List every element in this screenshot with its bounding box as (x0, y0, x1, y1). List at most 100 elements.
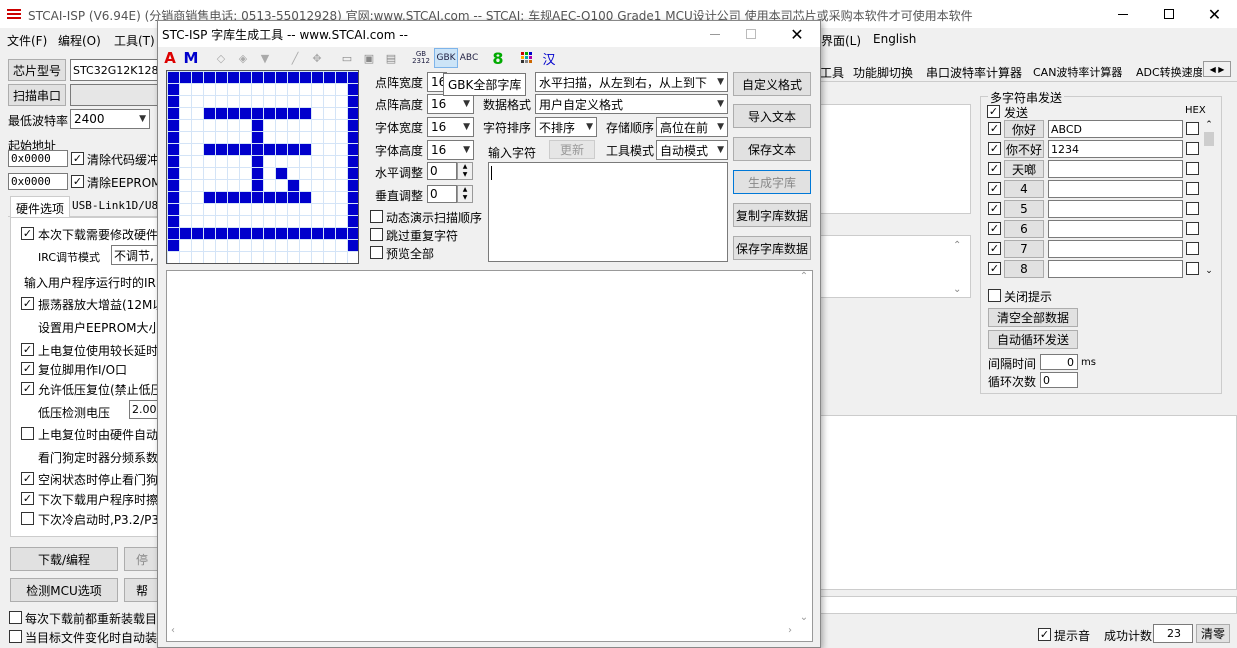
opt2-checkbox[interactable]: ✓ (21, 297, 34, 310)
bitmap-pixel[interactable] (312, 132, 323, 143)
bitmap-pixel[interactable] (264, 144, 275, 155)
send-row-button[interactable]: 你好 (1004, 120, 1044, 138)
bitmap-pixel[interactable] (336, 72, 347, 83)
bitmap-pixel[interactable] (300, 120, 311, 131)
bitmap-pixel[interactable] (192, 144, 203, 155)
bitmap-pixel[interactable] (336, 168, 347, 179)
bitmap-pixel[interactable] (336, 120, 347, 131)
bitmap-pixel[interactable] (288, 252, 299, 263)
bitmap-pixel[interactable] (216, 84, 227, 95)
bitmap-pixel[interactable] (324, 192, 335, 203)
bitmap-pixel[interactable] (240, 252, 251, 263)
loop-input[interactable]: 0 (1040, 372, 1078, 388)
bitmap-pixel[interactable] (240, 180, 251, 191)
bitmap-pixel[interactable] (264, 228, 275, 239)
bitmap-pixel[interactable] (192, 72, 203, 83)
font-m-icon[interactable]: M (182, 49, 200, 67)
bitmap-pixel[interactable] (276, 228, 287, 239)
bitmap-pixel[interactable] (276, 180, 287, 191)
send-row-checkbox[interactable]: ✓ (988, 202, 1001, 215)
bitmap-pixel[interactable] (324, 156, 335, 167)
bitmap-pixel[interactable] (276, 144, 287, 155)
opt6-checkbox[interactable] (21, 427, 34, 440)
bitmap-pixel[interactable] (204, 252, 215, 263)
bitmap-pixel[interactable] (168, 204, 179, 215)
bitmap-pixel[interactable] (288, 168, 299, 179)
bitmap-pixel[interactable] (264, 240, 275, 251)
bitmap-pixel[interactable] (288, 180, 299, 191)
bitmap-pixel[interactable] (276, 204, 287, 215)
bitmap-pixel[interactable] (276, 252, 287, 263)
bitmap-pixel[interactable] (324, 252, 335, 263)
opt8-checkbox[interactable]: ✓ (21, 492, 34, 505)
opt3-checkbox[interactable]: ✓ (21, 343, 34, 356)
bitmap-pixel[interactable] (180, 156, 191, 167)
custom-format-button[interactable]: 自定义格式 (733, 72, 811, 96)
bitmap-pixel[interactable] (336, 192, 347, 203)
v-adjust-input[interactable]: 0 (427, 185, 457, 203)
bitmap-pixel[interactable] (192, 168, 203, 179)
send-row-button[interactable]: 6 (1004, 220, 1044, 238)
addr2-input[interactable]: 0x0000 (8, 173, 68, 190)
port-select[interactable] (70, 84, 160, 106)
bitmap-pixel[interactable] (180, 216, 191, 227)
menu-program[interactable]: 编程(O) (58, 32, 101, 49)
bitmap-pixel[interactable] (300, 168, 311, 179)
bitmap-pixel[interactable] (300, 144, 311, 155)
stamp-icon[interactable]: ▼ (256, 49, 274, 67)
bitmap-pixel[interactable] (336, 96, 347, 107)
font-width-select[interactable]: 16 ▼ (427, 117, 474, 137)
scan-mode-select[interactable]: 水平扫描，从左到右，从上到下 ▼ (535, 72, 728, 92)
bitmap-pixel[interactable] (264, 84, 275, 95)
bitmap-pixel[interactable] (252, 204, 263, 215)
bitmap-pixel[interactable] (180, 120, 191, 131)
bitmap-pixel[interactable] (348, 84, 358, 95)
bitmap-pixel[interactable] (168, 180, 179, 191)
open-folder-icon[interactable]: ▭ (338, 49, 356, 67)
bitmap-pixel[interactable] (228, 168, 239, 179)
bitmap-pixel[interactable] (204, 240, 215, 251)
bitmap-pixel[interactable] (288, 96, 299, 107)
tab-adc-speed[interactable]: ADC转换速度 (1136, 64, 1202, 80)
tab-scroll-arrows[interactable]: ◀ ▶ (1203, 61, 1231, 77)
bitmap-pixel[interactable] (264, 204, 275, 215)
bitmap-pixel[interactable] (252, 144, 263, 155)
bitmap-pixel[interactable] (168, 240, 179, 251)
bitmap-pixel[interactable] (348, 216, 358, 227)
bitmap-pixel[interactable] (240, 120, 251, 131)
opt9-checkbox[interactable] (21, 512, 34, 525)
bitmap-pixel[interactable] (228, 216, 239, 227)
bitmap-pixel[interactable] (180, 240, 191, 251)
bitmap-pixel[interactable] (204, 156, 215, 167)
send-row-button[interactable]: 7 (1004, 240, 1044, 258)
bitmap-pixel[interactable] (216, 72, 227, 83)
bitmap-pixel[interactable] (324, 216, 335, 227)
bitmap-editor[interactable] (166, 70, 359, 264)
bitmap-pixel[interactable] (300, 132, 311, 143)
bitmap-pixel[interactable] (240, 108, 251, 119)
menu-interface[interactable]: 界面(L) (821, 32, 861, 49)
output-hscroll-bar[interactable]: ‹ › (167, 624, 796, 640)
send-row-input[interactable] (1048, 160, 1183, 178)
bitmap-pixel[interactable] (312, 240, 323, 251)
bitmap-pixel[interactable] (276, 216, 287, 227)
bitmap-pixel[interactable] (216, 216, 227, 227)
bitmap-pixel[interactable] (276, 108, 287, 119)
bitmap-pixel[interactable] (252, 96, 263, 107)
bitmap-pixel[interactable] (240, 168, 251, 179)
clear-count-button[interactable]: 清零 (1196, 624, 1230, 643)
bitmap-pixel[interactable] (348, 144, 358, 155)
bitmap-pixel[interactable] (216, 156, 227, 167)
bitmap-pixel[interactable] (240, 144, 251, 155)
bitmap-pixel[interactable] (348, 156, 358, 167)
bitmap-pixel[interactable] (336, 216, 347, 227)
bitmap-pixel[interactable] (324, 120, 335, 131)
send-row-checkbox[interactable]: ✓ (988, 262, 1001, 275)
bitmap-pixel[interactable] (300, 84, 311, 95)
bitmap-pixel[interactable] (216, 132, 227, 143)
bitmap-pixel[interactable] (324, 240, 335, 251)
bitmap-pixel[interactable] (168, 132, 179, 143)
bitmap-pixel[interactable] (264, 156, 275, 167)
bitmap-pixel[interactable] (192, 192, 203, 203)
import-text-button[interactable]: 导入文本 (733, 104, 811, 128)
